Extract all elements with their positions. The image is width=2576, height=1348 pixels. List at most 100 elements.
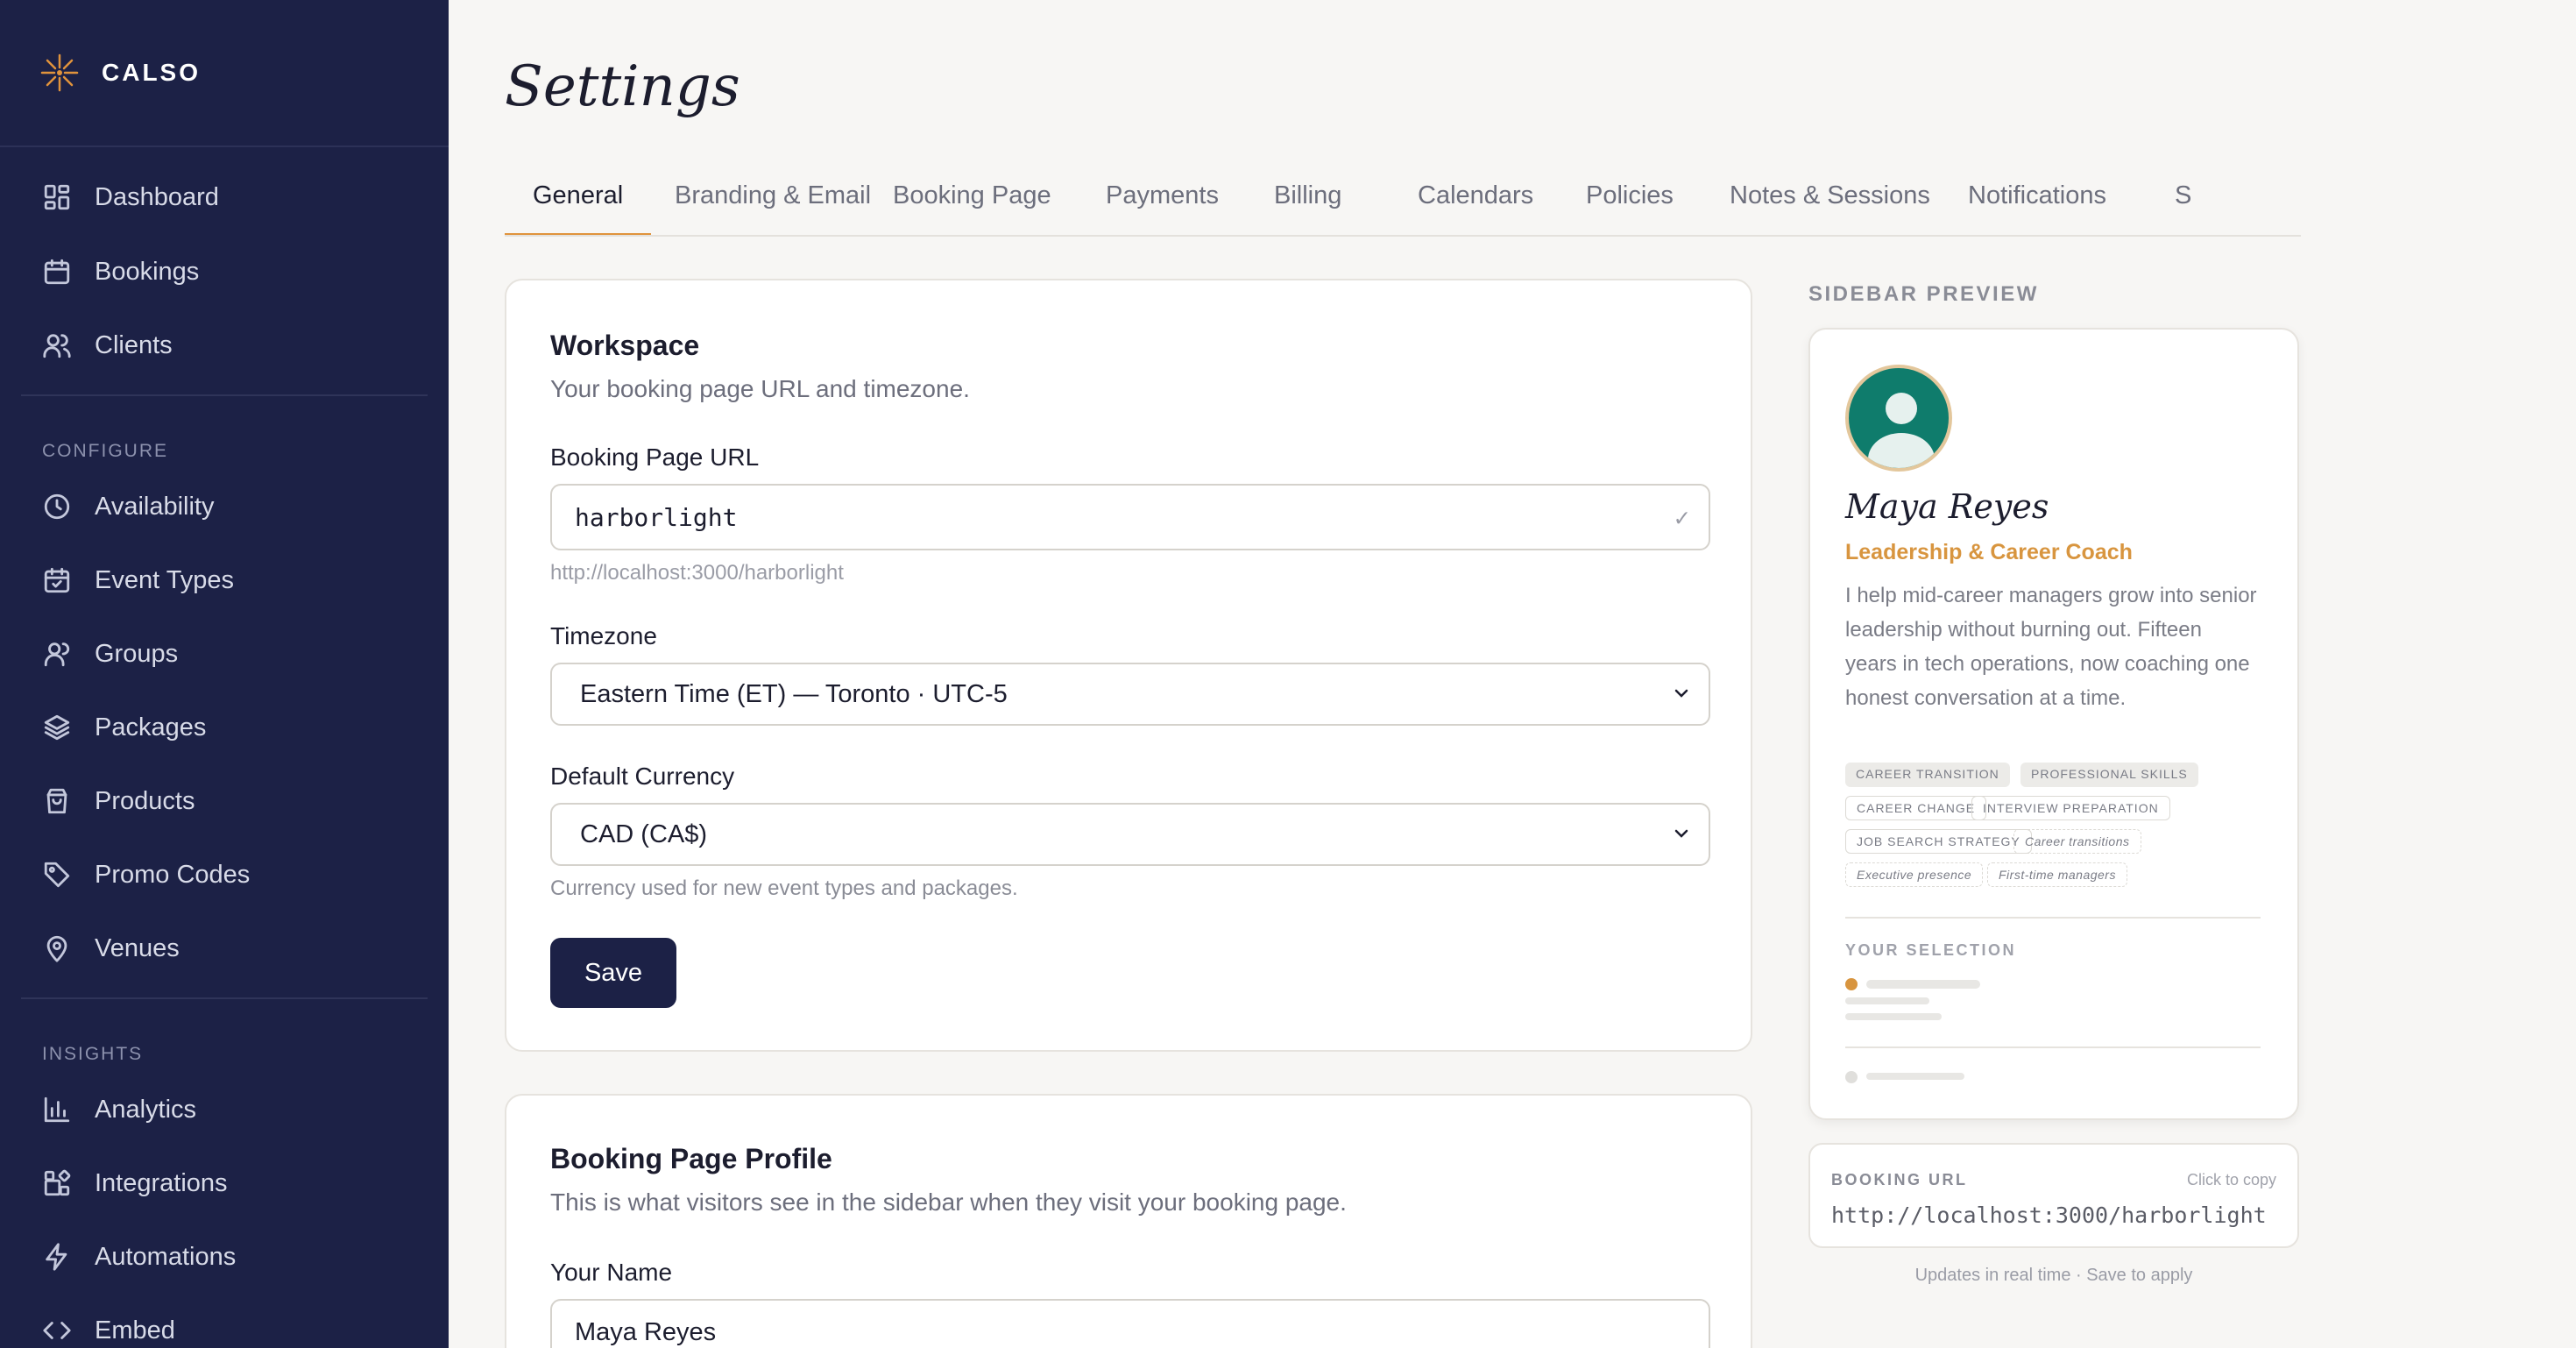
sidebar-item-label: Promo Codes — [95, 860, 251, 889]
your-selection-label: YOUR SELECTION — [1845, 941, 2017, 959]
booking-url-hint: http://localhost:3000/harborlight — [550, 561, 844, 585]
timezone-select[interactable]: Eastern Time (ET) — Toronto · UTC-5 — [550, 663, 1710, 726]
settings-tabs: General Branding & Email Booking Page Pa… — [505, 174, 2301, 237]
tag-chip: CAREER TRANSITION — [1845, 763, 2010, 787]
chevron-down-icon — [1674, 829, 1688, 838]
sidebar-item-availability[interactable]: Availability — [0, 480, 449, 533]
tab-calendars[interactable]: Calendars — [1390, 174, 1561, 235]
workspace-card: Workspace Your booking page URL and time… — [505, 279, 1752, 1052]
currency-select[interactable]: CAD (CA$) — [550, 803, 1710, 866]
preview-name: Maya Reyes — [1845, 487, 2049, 526]
sidebar-item-label: Clients — [95, 330, 173, 359]
sidebar-item-packages[interactable]: Packages — [0, 701, 449, 754]
booking-url-input[interactable]: harborlight ✓ — [550, 484, 1710, 550]
workspace-subtitle: Your booking page URL and timezone. — [550, 375, 970, 402]
sidebar-item-label: Dashboard — [95, 182, 219, 211]
sidebar-item-dashboard[interactable]: Dashboard — [0, 171, 449, 223]
sidebar-item-label: Event Types — [95, 565, 235, 594]
brand[interactable]: CALSO — [0, 0, 449, 147]
preview-footnote: Updates in real time · Save to apply — [1914, 1266, 2193, 1285]
sidebar-item-label: Venues — [95, 933, 180, 962]
nav-section-insights: INSIGHTS — [42, 1044, 144, 1064]
currency-hint: Currency used for new event types and pa… — [550, 876, 1018, 900]
chevron-down-icon — [1674, 689, 1688, 698]
clock-icon — [44, 493, 70, 520]
placeholder-bar — [1845, 1013, 1942, 1020]
nav-divider — [21, 394, 428, 396]
preview-divider — [1845, 917, 2261, 919]
sidebar-item-label: Products — [95, 786, 195, 815]
tag-icon — [44, 862, 70, 888]
sidebar-item-embed[interactable]: Embed — [0, 1304, 449, 1348]
sidebar-item-automations[interactable]: Automations — [0, 1231, 449, 1283]
avatar-body — [1868, 433, 1935, 468]
timezone-value: Eastern Time (ET) — Toronto · UTC-5 — [580, 679, 1008, 708]
sidebar-item-label: Bookings — [95, 257, 200, 286]
selection-dot — [1845, 978, 1858, 990]
avatar — [1845, 365, 1952, 472]
placeholder-bar — [1845, 997, 1929, 1004]
booking-url-card-value: http://localhost:3000/harborlight — [1831, 1203, 2267, 1228]
currency-value: CAD (CA$) — [580, 819, 708, 848]
sidebar-item-products[interactable]: Products — [0, 775, 449, 827]
sidebar-item-groups[interactable]: Groups — [0, 628, 449, 680]
placeholder-bar — [1866, 1073, 1964, 1080]
group-icon — [44, 642, 70, 667]
booking-url-card[interactable]: BOOKING URL Click to copy http://localho… — [1808, 1143, 2299, 1248]
grid-icon — [44, 184, 70, 210]
timezone-label: Timezone — [550, 622, 657, 649]
brand-name: CALSO — [102, 59, 201, 86]
calendar-icon — [44, 259, 70, 285]
your-name-label: Your Name — [550, 1259, 673, 1286]
calendar-check-icon — [44, 567, 70, 593]
tab-branding-email[interactable]: Branding & Email — [647, 174, 899, 235]
sidebar-item-bookings[interactable]: Bookings — [0, 245, 449, 298]
sidebar-item-label: Integrations — [95, 1168, 228, 1197]
workspace-title: Workspace — [550, 330, 700, 361]
avatar-head — [1886, 393, 1917, 424]
sidebar-preview-card: Maya Reyes Leadership & Career Coach I h… — [1808, 328, 2299, 1120]
profile-subtitle: This is what visitors see in the sidebar… — [550, 1188, 1347, 1216]
tag-chip: Career transitions — [2013, 829, 2141, 854]
click-to-copy[interactable]: Click to copy — [2187, 1171, 2276, 1189]
tab-notifications[interactable]: Notifications — [1940, 174, 2134, 235]
sun-logo-icon — [40, 53, 79, 92]
profile-title: Booking Page Profile — [550, 1143, 832, 1174]
your-name-value: Maya Reyes — [575, 1317, 717, 1346]
sidebar-item-promo-codes[interactable]: Promo Codes — [0, 848, 449, 901]
sidebar-item-analytics[interactable]: Analytics — [0, 1083, 449, 1136]
currency-label: Default Currency — [550, 763, 735, 790]
sidebar-item-event-types[interactable]: Event Types — [0, 554, 449, 607]
sidebar-item-integrations[interactable]: Integrations — [0, 1157, 449, 1210]
tab-payments[interactable]: Payments — [1078, 174, 1247, 235]
tab-booking-page[interactable]: Booking Page — [865, 174, 1079, 235]
sidebar-item-label: Packages — [95, 713, 207, 741]
sidebar-item-clients[interactable]: Clients — [0, 319, 449, 372]
preview-role: Leadership & Career Coach — [1845, 540, 2133, 564]
tag-chip: INTERVIEW PREPARATION — [1971, 796, 2170, 820]
booking-profile-card: Booking Page Profile This is what visito… — [505, 1094, 1752, 1348]
booking-url-label: Booking Page URL — [550, 443, 760, 471]
lightning-icon — [46, 1243, 67, 1271]
tab-overflow[interactable]: S — [2147, 174, 2219, 235]
tag-chip: JOB SEARCH STRATEGY — [1845, 829, 2032, 854]
your-name-input[interactable]: Maya Reyes — [550, 1299, 1710, 1348]
check-icon: ✓ — [1674, 503, 1689, 532]
users-icon — [43, 334, 71, 358]
tag-chip: First-time managers — [1987, 862, 2127, 887]
sidebar-item-venues[interactable]: Venues — [0, 922, 449, 975]
tab-general[interactable]: General — [505, 174, 652, 235]
save-button[interactable]: Save — [550, 938, 676, 1008]
nav-divider — [21, 997, 428, 999]
placeholder-dot — [1845, 1071, 1858, 1083]
map-pin-icon — [46, 935, 67, 962]
sidebar-item-label: Availability — [95, 492, 215, 521]
bar-chart-icon — [44, 1096, 70, 1123]
tag-chip: Executive presence — [1845, 862, 1984, 887]
tab-policies[interactable]: Policies — [1558, 174, 1702, 235]
tab-billing[interactable]: Billing — [1246, 174, 1369, 235]
tab-notes-sessions[interactable]: Notes & Sessions — [1702, 174, 1958, 235]
preview-divider — [1845, 1046, 2261, 1048]
preview-bio: I help mid-career managers grow into sen… — [1845, 584, 2257, 710]
sidebar-item-label: Automations — [95, 1242, 237, 1271]
